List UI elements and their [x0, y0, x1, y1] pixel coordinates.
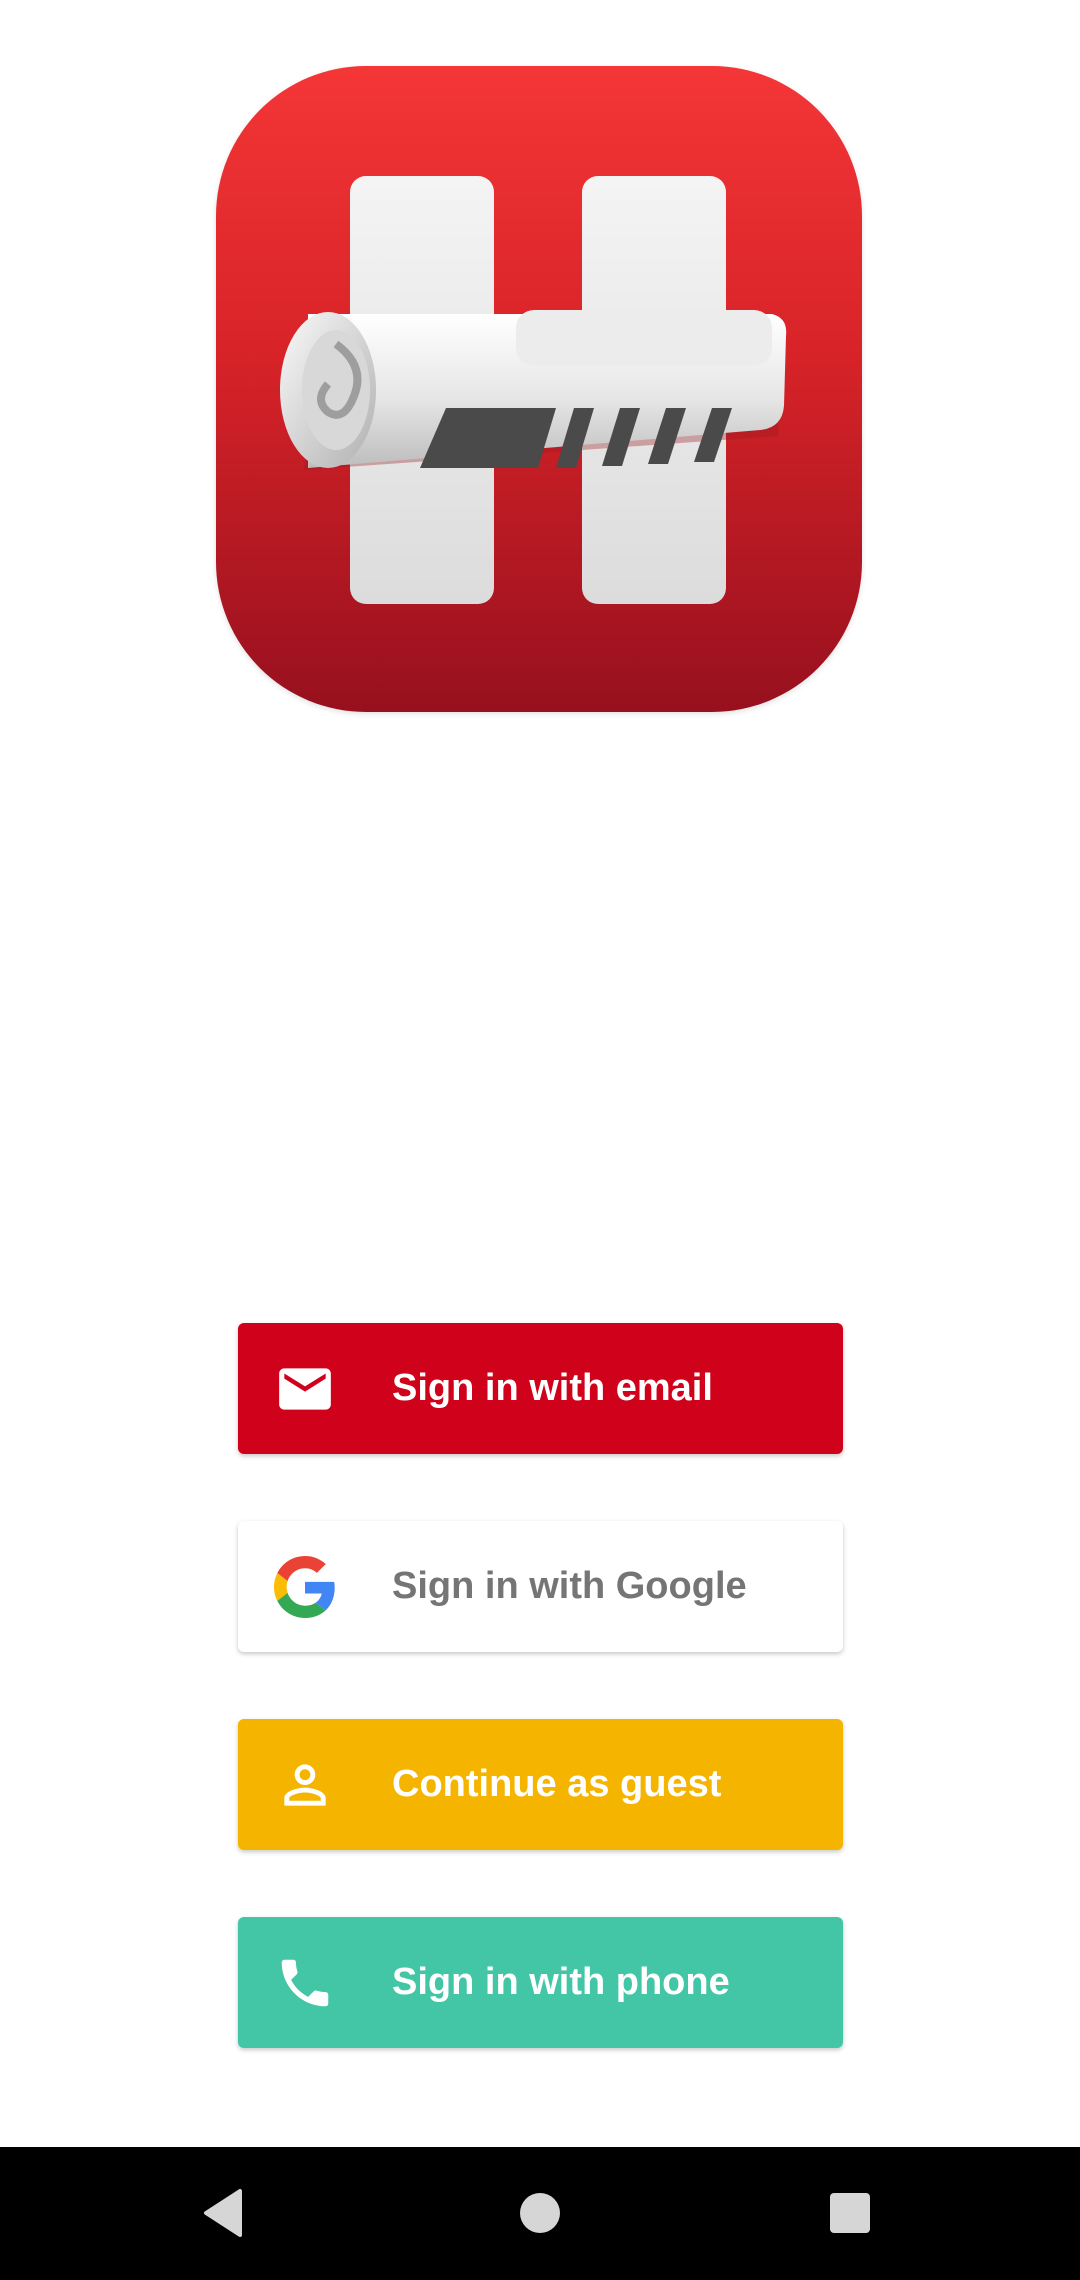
sign-in-screen: Sign in with email Sign in with Google C…: [0, 0, 1080, 2280]
sign-in-email-label: Sign in with email: [392, 1367, 713, 1409]
phone-icon: [274, 1952, 336, 2014]
sign-in-phone-button[interactable]: Sign in with phone: [238, 1917, 843, 2048]
sign-in-google-label: Sign in with Google: [392, 1565, 747, 1607]
person-icon: [274, 1754, 336, 1816]
app-logo: [216, 66, 862, 712]
navigation-bar: [0, 2147, 1080, 2280]
google-icon: [274, 1556, 336, 1618]
home-button[interactable]: [508, 2181, 572, 2245]
sign-in-phone-label: Sign in with phone: [392, 1961, 730, 2003]
recents-icon: [830, 2193, 870, 2233]
back-button[interactable]: [194, 2181, 258, 2245]
sign-in-email-button[interactable]: Sign in with email: [238, 1323, 843, 1454]
back-icon: [204, 2189, 242, 2237]
home-icon: [520, 2193, 560, 2233]
newspaper-logo-icon: [280, 176, 787, 604]
email-icon: [274, 1358, 336, 1420]
continue-as-guest-button[interactable]: Continue as guest: [238, 1719, 843, 1850]
sign-in-google-button[interactable]: Sign in with Google: [238, 1521, 843, 1652]
continue-as-guest-label: Continue as guest: [392, 1763, 722, 1805]
recents-button[interactable]: [818, 2181, 882, 2245]
